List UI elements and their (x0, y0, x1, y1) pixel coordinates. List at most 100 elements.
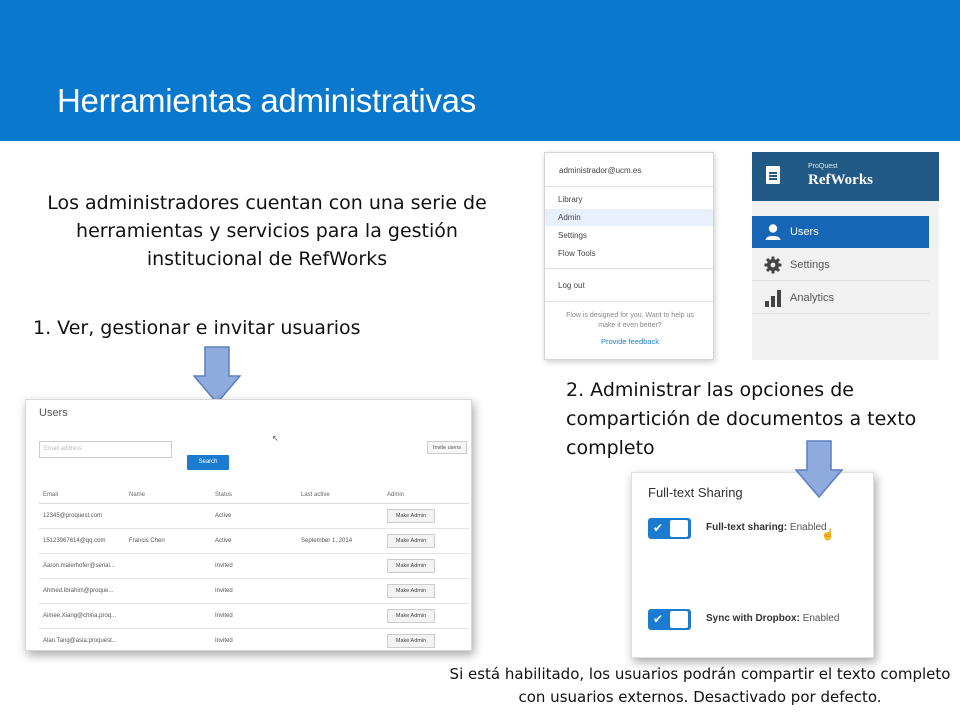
menu-item-flow-tools[interactable]: Flow Tools (545, 245, 713, 262)
menu-item-admin[interactable]: Admin (545, 209, 713, 226)
make-admin-button[interactable]: Make Admin (387, 583, 435, 598)
refworks-logo: ProQuest RefWorks (752, 152, 939, 201)
gear-icon (764, 256, 782, 274)
bar-chart-icon (765, 290, 781, 307)
admin-cell: Make Admin (383, 603, 469, 629)
menu-item-logout[interactable]: Log out (545, 277, 713, 294)
make-admin-button[interactable]: Make Admin (387, 608, 435, 623)
make-admin-button[interactable]: Make Admin (387, 533, 435, 548)
user-last-active: September 1, 2014 (297, 528, 383, 554)
menu-divider (545, 186, 713, 187)
search-button[interactable]: Search (187, 455, 229, 470)
user-email: Alan.Tang@asia.proquest... (39, 628, 125, 650)
user-status: Invited (211, 553, 297, 579)
step-2-text: 2. Administrar las opciones de compartic… (566, 379, 917, 459)
provide-feedback-link[interactable]: Provide feedback (545, 337, 713, 346)
column-header-name[interactable]: Name (125, 488, 211, 504)
menu-divider (545, 301, 713, 302)
user-icon (765, 224, 781, 240)
document-icon (766, 166, 780, 184)
sidebar-item-users[interactable]: Users (752, 216, 929, 248)
down-arrow-icon (795, 440, 843, 498)
user-last-active (297, 503, 383, 529)
toggle-label-text: Sync with Dropbox: (706, 613, 800, 624)
user-status: Active (211, 503, 297, 529)
toggle-state-text: Enabled (802, 613, 840, 624)
checkmark-icon: ✔ (653, 521, 664, 535)
toggle-label: Full-text sharing: Enabled (706, 522, 827, 533)
user-email: Aaron.maierhofer@serial... (39, 553, 125, 579)
user-email: 12345@proquest.com (39, 503, 125, 529)
column-header-status[interactable]: Status (211, 488, 297, 504)
fulltext-sharing-toggle[interactable]: ✔ (648, 518, 691, 539)
column-header-email[interactable]: Email (39, 488, 125, 504)
menu-item-library[interactable]: Library (545, 191, 713, 208)
table-header-row: Email Name Status Last active Admin (39, 488, 469, 504)
user-status: Invited (211, 628, 297, 650)
toggle-label: Sync with Dropbox: Enabled (706, 613, 839, 624)
account-email: administrador@ucm.es (559, 166, 642, 175)
sidebar-item-analytics[interactable]: Analytics (752, 282, 929, 314)
sidebar-item-label: Analytics (790, 292, 835, 304)
user-email: Aimee.Xiang@china.proq... (39, 603, 125, 629)
user-status: Invited (211, 578, 297, 604)
user-last-active (297, 603, 383, 629)
user-name (125, 578, 211, 604)
admin-cell: Make Admin (383, 578, 469, 604)
step-1-text: 1. Ver, gestionar e invitar usuarios (33, 317, 361, 339)
users-table: Email Name Status Last active Admin 1234… (39, 488, 469, 650)
user-last-active (297, 578, 383, 604)
make-admin-button[interactable]: Make Admin (387, 633, 435, 648)
toggle-knob (670, 611, 688, 628)
user-name (125, 603, 211, 629)
sidebar-item-settings[interactable]: Settings (752, 249, 929, 281)
user-status: Invited (211, 603, 297, 629)
user-status: Active (211, 528, 297, 554)
admin-cell: Make Admin (383, 503, 469, 529)
menu-divider (545, 268, 713, 269)
refworks-admin-sidebar: ProQuest RefWorks Users Settings Analyti… (752, 152, 939, 360)
sidebar-item-label: Users (790, 226, 819, 238)
account-dropdown-menu: administrador@ucm.es Library Admin Setti… (544, 152, 714, 360)
table-row: Aimee.Xiang@china.proq... Invited Make A… (39, 603, 469, 629)
title-banner: Herramientas administrativas (0, 0, 960, 141)
user-email: 15123967614@qq.com (39, 528, 125, 554)
table-row: Aaron.maierhofer@serial... Invited Make … (39, 553, 469, 579)
column-header-admin: Admin (383, 488, 469, 504)
menu-item-settings[interactable]: Settings (545, 227, 713, 244)
footnote-text: Si está habilitado, los usuarios podrán … (449, 665, 951, 706)
mouse-cursor-icon: ↖ (272, 434, 279, 443)
invite-users-button[interactable]: Invite users (427, 441, 467, 454)
down-arrow-icon (193, 346, 241, 404)
users-admin-panel: Users Email address Search ↖ Invite user… (25, 399, 472, 651)
toggle-label-text: Full-text sharing: (706, 522, 788, 533)
user-last-active (297, 628, 383, 650)
user-name (125, 503, 211, 529)
user-name: Francis Chen (125, 528, 211, 554)
table-row: 15123967614@qq.com Francis Chen Active S… (39, 528, 469, 554)
users-panel-title: Users (39, 407, 68, 419)
make-admin-button[interactable]: Make Admin (387, 558, 435, 573)
intro-text: Los administradores cuentan con una seri… (47, 192, 487, 270)
checkmark-icon: ✔ (653, 612, 664, 626)
slide-title: Herramientas administrativas (57, 82, 476, 119)
brand-proquest: ProQuest (808, 163, 838, 170)
admin-cell: Make Admin (383, 528, 469, 554)
feedback-note: Flow is designed for you. Want to help u… (566, 312, 694, 329)
user-search-input[interactable]: Email address (39, 441, 172, 458)
dropbox-sync-toggle[interactable]: ✔ (648, 609, 691, 630)
user-email: Ahmed.Ibrahim@proque... (39, 578, 125, 604)
admin-cell: Make Admin (383, 553, 469, 579)
table-row: Alan.Tang@asia.proquest... Invited Make … (39, 628, 469, 650)
user-last-active (297, 553, 383, 579)
fulltext-sharing-panel: Full-text Sharing ✔ Full-text sharing: E… (631, 472, 874, 658)
brand-refworks: RefWorks (808, 172, 873, 188)
sidebar-item-label: Settings (790, 259, 830, 271)
admin-cell: Make Admin (383, 628, 469, 650)
hand-cursor-icon: ☝ (821, 529, 835, 541)
column-header-last-active[interactable]: Last active (297, 488, 383, 504)
make-admin-button[interactable]: Make Admin (387, 508, 435, 523)
table-row: Ahmed.Ibrahim@proque... Invited Make Adm… (39, 578, 469, 604)
table-row: 12345@proquest.com Active Make Admin (39, 503, 469, 529)
user-name (125, 628, 211, 650)
